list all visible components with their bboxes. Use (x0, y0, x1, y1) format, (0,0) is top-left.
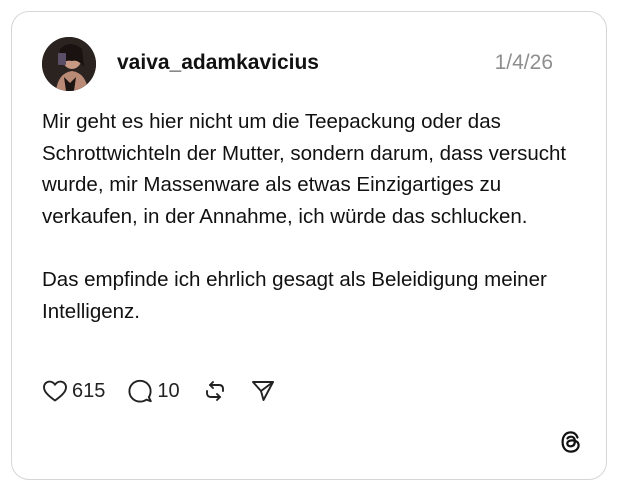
post-paragraph: Das empfinde ich ehrlich gesagt als Bele… (42, 267, 547, 323)
post-date: 1/4/26 (494, 51, 553, 74)
reply-button[interactable]: 10 (127, 378, 180, 404)
speech-bubble-icon (128, 379, 153, 403)
post-paragraph: Mir geht es hier nicht um die Teepackung… (42, 110, 567, 228)
threads-logo-icon[interactable] (558, 429, 584, 455)
action-bar: 615 10 (42, 376, 298, 406)
repost-button[interactable] (202, 378, 228, 404)
like-button[interactable]: 615 (42, 379, 105, 403)
avatar-image (42, 37, 96, 91)
username[interactable]: vaiva_adamkavicius (117, 50, 319, 76)
share-button[interactable] (250, 378, 276, 404)
like-count: 615 (72, 380, 106, 402)
heart-icon (43, 380, 67, 402)
post-card: vaiva_adamkavicius 1/4/26 Mir geht es hi… (11, 11, 607, 480)
repost-arrows-icon (205, 381, 224, 401)
paper-plane-icon (251, 381, 274, 401)
reply-count: 10 (157, 380, 180, 402)
avatar[interactable] (42, 37, 96, 91)
post-text: Mir geht es hier nicht um die Teepackung… (42, 106, 582, 327)
